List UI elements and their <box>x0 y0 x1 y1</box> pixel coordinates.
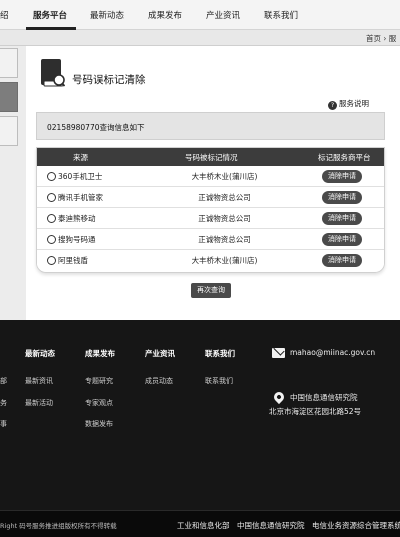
shield-icon <box>47 256 56 265</box>
footer-link[interactable]: 事 <box>0 419 7 429</box>
bottom-link-caict[interactable]: 中国信息通信研究院 <box>237 520 305 531</box>
tencent-icon <box>47 193 56 202</box>
row-org: 正诚物资总公司 <box>198 235 251 244</box>
source-label: 搜狗号码通 <box>58 235 96 244</box>
nav-item-latest-news[interactable]: 最新动态 <box>90 9 124 21</box>
bottom-link-telecom-system[interactable]: 电信业务资源综合管理系统 <box>312 520 400 531</box>
footer-link-latest-info[interactable]: 最新资讯 <box>25 376 53 386</box>
footer-link[interactable]: 部 <box>0 376 7 386</box>
help-label: 服务说明 <box>339 99 369 108</box>
book-icon <box>41 59 65 87</box>
row-org: 大丰桥木业(蒲川店) <box>191 172 258 181</box>
service-help-link[interactable]: ? 服务说明 <box>328 98 369 110</box>
footer-heading-industry: 产业资讯 <box>145 349 175 358</box>
nav-item-intro[interactable]: 绍 <box>0 9 9 21</box>
breadcrumb[interactable]: 首页 › 服 <box>366 33 396 44</box>
360-icon <box>47 172 56 181</box>
side-tab-3[interactable] <box>0 116 18 146</box>
row-source: 泰迪熊移动 <box>47 213 96 224</box>
remove-request-button[interactable]: 消除申请 <box>322 212 362 225</box>
remove-request-button[interactable]: 消除申请 <box>322 254 362 267</box>
table-row: 搜狗号码通 正诚物资总公司 消除申请 <box>37 229 384 250</box>
footer-heading-news: 最新动态 <box>25 349 55 358</box>
location-pin-icon <box>271 389 287 405</box>
remove-request-button[interactable]: 消除申请 <box>322 170 362 183</box>
side-tab-1[interactable] <box>0 48 18 78</box>
footer-link-latest-events[interactable]: 最新活动 <box>25 398 53 408</box>
row-source: 搜狗号码通 <box>47 234 96 245</box>
nav-item-service-platform[interactable]: 服务平台 <box>33 9 67 21</box>
page-title: 号码误标记清除 <box>72 74 146 86</box>
address-org: 中国信息通信研究院 <box>290 393 358 402</box>
footer-link-research[interactable]: 专题研究 <box>85 376 113 386</box>
address-street: 北京市海淀区花园北路52号 <box>269 407 362 416</box>
row-source: 腾讯手机管家 <box>47 192 103 203</box>
row-org: 正诚物资总公司 <box>198 193 251 202</box>
nav-item-results[interactable]: 成果发布 <box>148 9 182 21</box>
sogou-icon <box>47 235 56 244</box>
footer-link-data[interactable]: 数据发布 <box>85 419 113 429</box>
source-label: 阿里钱盾 <box>58 256 88 265</box>
remove-request-button[interactable]: 消除申请 <box>322 233 362 246</box>
row-source: 360手机卫士 <box>47 171 102 182</box>
table-row: 腾讯手机管家 正诚物资总公司 消除申请 <box>37 187 384 208</box>
row-org: 正诚物资总公司 <box>198 214 251 223</box>
contact-email[interactable]: mahao@miinac.gov.cn <box>290 348 375 357</box>
row-source: 阿里钱盾 <box>47 255 88 266</box>
source-label: 360手机卫士 <box>58 172 103 181</box>
header-status: 号码被标记情况 <box>185 153 238 162</box>
nav-item-contact[interactable]: 联系我们 <box>264 9 298 21</box>
footer-link-contact[interactable]: 联系我们 <box>205 376 233 386</box>
top-nav: 绍 服务平台 最新动态 成果发布 产业资讯 联系我们 <box>0 0 400 30</box>
footer: 最新动态 成果发布 产业资讯 联系我们 部 务 事 最新资讯 最新活动 专题研究… <box>0 320 400 510</box>
question-icon: ? <box>328 101 337 110</box>
table-header: 来源 号码被标记情况 标记服务商平台 <box>37 148 384 166</box>
bottom-link-miit[interactable]: 工业和信息化部 <box>177 520 230 531</box>
mail-icon <box>272 348 285 358</box>
header-platform: 标记服务商平台 <box>318 153 371 162</box>
header-source: 来源 <box>73 153 88 162</box>
bottom-bar: Right 码号服务推进组版权所有不得转载 工业和信息化部 中国信息通信研究院 … <box>0 510 400 537</box>
table-row: 360手机卫士 大丰桥木业(蒲川店) 消除申请 <box>37 166 384 187</box>
footer-link-member-news[interactable]: 成员动态 <box>145 376 173 386</box>
footer-heading-results: 成果发布 <box>85 349 115 358</box>
marking-table: 来源 号码被标记情况 标记服务商平台 360手机卫士 大丰桥木业(蒲川店) 消除… <box>36 147 385 273</box>
table-row: 泰迪熊移动 正诚物资总公司 消除申请 <box>37 208 384 229</box>
notice-text: 02158980770查询信息如下 <box>47 123 145 132</box>
remove-request-button[interactable]: 消除申请 <box>322 191 362 204</box>
copyright: Right 码号服务推进组版权所有不得转载 <box>0 522 117 530</box>
nav-item-industry[interactable]: 产业资讯 <box>206 9 240 21</box>
source-label: 腾讯手机管家 <box>58 193 103 202</box>
breadcrumb-bar: 首页 › 服 <box>0 30 400 46</box>
teddy-bear-icon <box>47 214 56 223</box>
main-panel: 号码误标记清除 ? 服务说明 02158980770查询信息如下 来源 号码被标记… <box>26 46 400 320</box>
footer-link[interactable]: 务 <box>0 398 7 408</box>
side-tab-2-active[interactable] <box>0 82 18 112</box>
footer-heading-contact: 联系我们 <box>205 349 235 358</box>
row-org: 大丰桥木业(蒲川店) <box>191 256 258 265</box>
table-row: 阿里钱盾 大丰桥木业(蒲川店) 消除申请 <box>37 250 384 271</box>
source-label: 泰迪熊移动 <box>58 214 96 223</box>
query-result-notice: 02158980770查询信息如下 <box>36 112 385 140</box>
footer-link-expert[interactable]: 专家观点 <box>85 398 113 408</box>
requery-button[interactable]: 再次查询 <box>191 283 231 298</box>
